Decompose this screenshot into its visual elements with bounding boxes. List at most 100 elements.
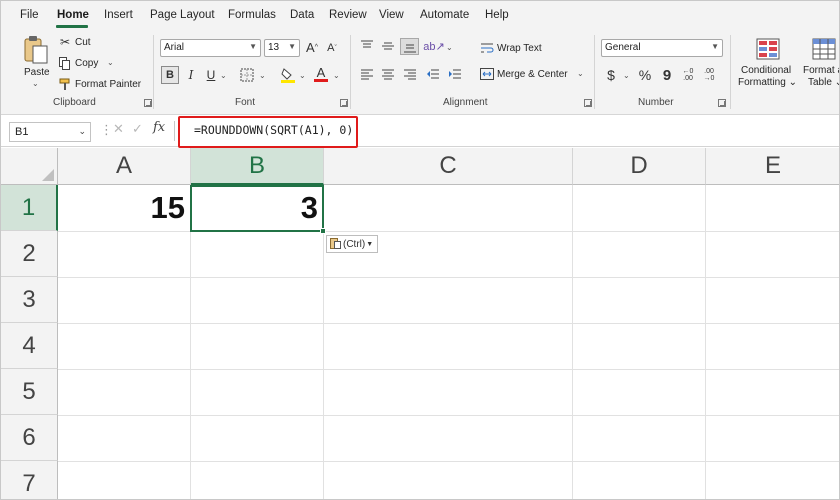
font-color-dropdown-icon[interactable]: ⌄ bbox=[333, 71, 340, 80]
column-header-b[interactable]: B bbox=[191, 148, 324, 185]
copy-icon[interactable] bbox=[58, 56, 72, 70]
orientation-dropdown-icon[interactable]: ⌄ bbox=[446, 43, 453, 52]
fill-handle[interactable] bbox=[320, 228, 326, 234]
underline-dropdown-icon[interactable]: ⌄ bbox=[220, 71, 227, 80]
row-header-5[interactable]: 5 bbox=[1, 369, 58, 415]
paste-icon[interactable] bbox=[23, 35, 49, 65]
format-painter-label[interactable]: Format Painter bbox=[75, 79, 141, 90]
name-box-value: B1 bbox=[15, 126, 29, 138]
borders-icon[interactable] bbox=[239, 67, 255, 83]
tab-insert[interactable]: Insert bbox=[104, 9, 133, 21]
gridline bbox=[58, 415, 839, 416]
font-launcher-icon[interactable] bbox=[340, 99, 348, 107]
conditional-formatting-label[interactable]: Conditional bbox=[741, 65, 791, 76]
row-header-7[interactable]: 7 bbox=[1, 461, 58, 499]
currency-dropdown-icon[interactable]: ⌄ bbox=[623, 71, 630, 80]
tab-page-layout[interactable]: Page Layout bbox=[150, 9, 215, 21]
italic-button[interactable]: I bbox=[184, 66, 198, 84]
formula-bar-divider bbox=[174, 121, 175, 141]
ribbon-divider bbox=[730, 35, 731, 109]
row-header-1[interactable]: 1 bbox=[1, 185, 58, 231]
bold-button[interactable]: B bbox=[161, 66, 179, 84]
font-group-label: Font bbox=[235, 97, 256, 108]
underline-button[interactable]: U bbox=[204, 66, 218, 84]
column-header-e[interactable]: E bbox=[706, 148, 839, 185]
align-middle-icon[interactable] bbox=[380, 39, 396, 53]
format-as-table-label-2[interactable]: Table ⌄ bbox=[808, 77, 839, 88]
percent-button[interactable]: % bbox=[637, 66, 653, 84]
merge-center-label[interactable]: Merge & Center bbox=[497, 69, 568, 80]
shrink-font-icon[interactable]: Aˇ bbox=[324, 40, 340, 56]
paste-options-button[interactable]: (Ctrl) ▼ bbox=[326, 235, 378, 253]
tab-formulas[interactable]: Formulas bbox=[228, 9, 276, 21]
increase-indent-icon[interactable] bbox=[447, 67, 463, 81]
paste-label[interactable]: Paste bbox=[24, 67, 50, 78]
decrease-indent-icon[interactable] bbox=[425, 67, 441, 81]
row-header-6[interactable]: 6 bbox=[1, 415, 58, 461]
name-box[interactable]: B1 ⌄ bbox=[9, 122, 91, 142]
column-header-a[interactable]: A bbox=[58, 148, 191, 185]
alignment-launcher-icon[interactable] bbox=[584, 99, 592, 107]
font-name-select[interactable]: Arial ▼ bbox=[160, 39, 261, 57]
currency-button[interactable]: $ bbox=[604, 66, 618, 84]
conditional-formatting-icon[interactable] bbox=[755, 37, 781, 61]
format-as-table-icon[interactable] bbox=[811, 37, 837, 61]
chevron-down-icon: ▼ bbox=[366, 240, 374, 248]
tab-file[interactable]: File bbox=[20, 9, 39, 21]
cell-a1[interactable]: 15 bbox=[58, 185, 191, 231]
cancel-icon[interactable]: ✕ bbox=[113, 121, 124, 137]
insert-function-icon[interactable]: fx bbox=[153, 120, 165, 135]
tab-home[interactable]: Home bbox=[57, 9, 89, 21]
align-left-icon[interactable] bbox=[359, 67, 375, 81]
number-group-label: Number bbox=[638, 97, 674, 108]
tab-review[interactable]: Review bbox=[329, 9, 367, 21]
number-launcher-icon[interactable] bbox=[718, 99, 726, 107]
format-as-table-label[interactable]: Format a bbox=[803, 65, 839, 76]
ribbon: Paste ⌄ ✂ Cut Copy ⌄ Format Painter Clip… bbox=[1, 29, 839, 115]
select-all-button[interactable] bbox=[1, 148, 58, 185]
fill-color-dropdown-icon[interactable]: ⌄ bbox=[299, 71, 306, 80]
align-center-icon[interactable] bbox=[380, 67, 396, 81]
tab-help[interactable]: Help bbox=[485, 9, 509, 21]
gridline bbox=[58, 277, 839, 278]
merge-center-icon[interactable] bbox=[480, 67, 494, 81]
align-bottom-icon[interactable] bbox=[400, 38, 419, 55]
wrap-text-icon[interactable] bbox=[480, 41, 494, 55]
tab-automate[interactable]: Automate bbox=[420, 9, 469, 21]
font-color-icon[interactable]: A bbox=[313, 65, 329, 83]
borders-dropdown-icon[interactable]: ⌄ bbox=[259, 71, 266, 80]
align-right-icon[interactable] bbox=[402, 67, 418, 81]
column-header-d[interactable]: D bbox=[573, 148, 706, 185]
row-header-3[interactable]: 3 bbox=[1, 277, 58, 323]
tab-view[interactable]: View bbox=[379, 9, 404, 21]
fill-color-icon[interactable] bbox=[280, 66, 296, 84]
gridline bbox=[705, 185, 706, 499]
cut-icon[interactable]: ✂ bbox=[58, 35, 72, 49]
font-size-select[interactable]: 13 ▼ bbox=[264, 39, 300, 57]
increase-decimal-icon[interactable]: ←0.00 bbox=[680, 67, 696, 83]
paste-dropdown-icon[interactable]: ⌄ bbox=[32, 79, 39, 88]
copy-label[interactable]: Copy bbox=[75, 58, 98, 69]
decrease-decimal-icon[interactable]: .00 →0 bbox=[701, 67, 717, 83]
clipboard-launcher-icon[interactable] bbox=[144, 99, 152, 107]
formula-highlight-box bbox=[178, 116, 358, 148]
merge-center-dropdown-icon[interactable]: ⌄ bbox=[577, 69, 584, 78]
format-painter-icon[interactable] bbox=[58, 77, 72, 91]
more-options-icon[interactable]: ⋮ bbox=[100, 122, 113, 138]
align-top-icon[interactable] bbox=[359, 39, 375, 53]
enter-icon[interactable]: ✓ bbox=[132, 121, 143, 137]
grow-font-icon[interactable]: A ^ bbox=[304, 39, 320, 55]
number-format-select[interactable]: General ▼ bbox=[601, 39, 723, 57]
font-name-value: Arial bbox=[164, 42, 185, 53]
comma-style-button[interactable]: 9 bbox=[661, 66, 673, 84]
orientation-icon[interactable]: ab↗ bbox=[423, 38, 444, 54]
column-header-c[interactable]: C bbox=[324, 148, 573, 185]
active-tab-indicator bbox=[56, 25, 88, 28]
copy-dropdown-icon[interactable]: ⌄ bbox=[107, 58, 114, 67]
conditional-formatting-label-2[interactable]: Formatting ⌄ bbox=[738, 77, 797, 88]
tab-data[interactable]: Data bbox=[290, 9, 314, 21]
cut-label[interactable]: Cut bbox=[75, 37, 91, 48]
row-header-2[interactable]: 2 bbox=[1, 231, 58, 277]
wrap-text-label[interactable]: Wrap Text bbox=[497, 43, 542, 54]
row-header-4[interactable]: 4 bbox=[1, 323, 58, 369]
